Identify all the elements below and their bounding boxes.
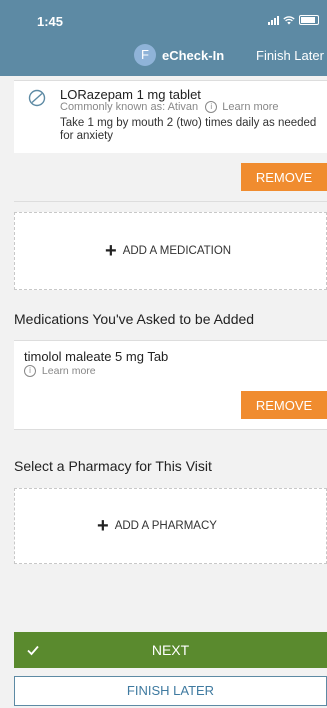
medication-name: LORazepam 1 mg tablet bbox=[60, 87, 201, 102]
known-as-text: Commonly known as: Ativan bbox=[60, 101, 199, 113]
learn-more-link[interactable]: Learn more bbox=[42, 365, 96, 377]
learn-more-link[interactable]: Learn more bbox=[222, 101, 278, 113]
pharmacy-section-title: Select a Pharmacy for This Visit bbox=[14, 458, 212, 474]
add-medication-label: ADD A MEDICATION bbox=[122, 245, 232, 257]
finish-later-link[interactable]: Finish Later bbox=[256, 48, 324, 63]
requested-learn-row: i Learn more bbox=[24, 365, 96, 378]
wifi-icon bbox=[283, 15, 295, 24]
status-time: 1:45 bbox=[37, 14, 64, 29]
add-pharmacy-button[interactable]: + ADD A PHARMACY bbox=[14, 488, 327, 564]
info-icon: i bbox=[205, 101, 218, 114]
next-button[interactable]: NEXT bbox=[14, 632, 327, 668]
requested-medications-title: Medications You've Asked to be Added bbox=[14, 311, 255, 327]
plus-icon: + bbox=[105, 240, 117, 262]
medication-card: LORazepam 1 mg tablet Commonly known as:… bbox=[14, 80, 327, 202]
avatar[interactable]: F bbox=[134, 44, 156, 66]
battery-icon bbox=[299, 15, 319, 25]
info-icon: i bbox=[24, 365, 36, 378]
remove-button[interactable]: REMOVE bbox=[241, 163, 327, 191]
remove-button[interactable]: REMOVE bbox=[241, 391, 327, 419]
finish-later-button[interactable]: FINISH LATER bbox=[14, 676, 327, 706]
page-title: eCheck-In bbox=[162, 48, 225, 63]
status-bar: 1:45 bbox=[0, 0, 327, 36]
medication-instructions: Take 1 mg by mouth 2 (two) times daily a… bbox=[60, 117, 317, 142]
signal-icon bbox=[268, 15, 279, 25]
plus-icon: + bbox=[97, 515, 109, 537]
add-medication-button[interactable]: + ADD A MEDICATION bbox=[14, 212, 327, 290]
medication-known-as: Commonly known as: Ativan i Learn more bbox=[60, 101, 279, 114]
add-pharmacy-label: ADD A PHARMACY bbox=[114, 520, 217, 532]
next-label: NEXT bbox=[151, 642, 190, 658]
requested-medication-card: timolol maleate 5 mg Tab i Learn more RE… bbox=[14, 340, 327, 430]
requested-medication-name: timolol maleate 5 mg Tab bbox=[24, 349, 169, 364]
status-icons bbox=[268, 15, 319, 25]
pill-icon bbox=[28, 89, 46, 107]
nav-bar: F eCheck-In Finish Later bbox=[0, 36, 327, 76]
